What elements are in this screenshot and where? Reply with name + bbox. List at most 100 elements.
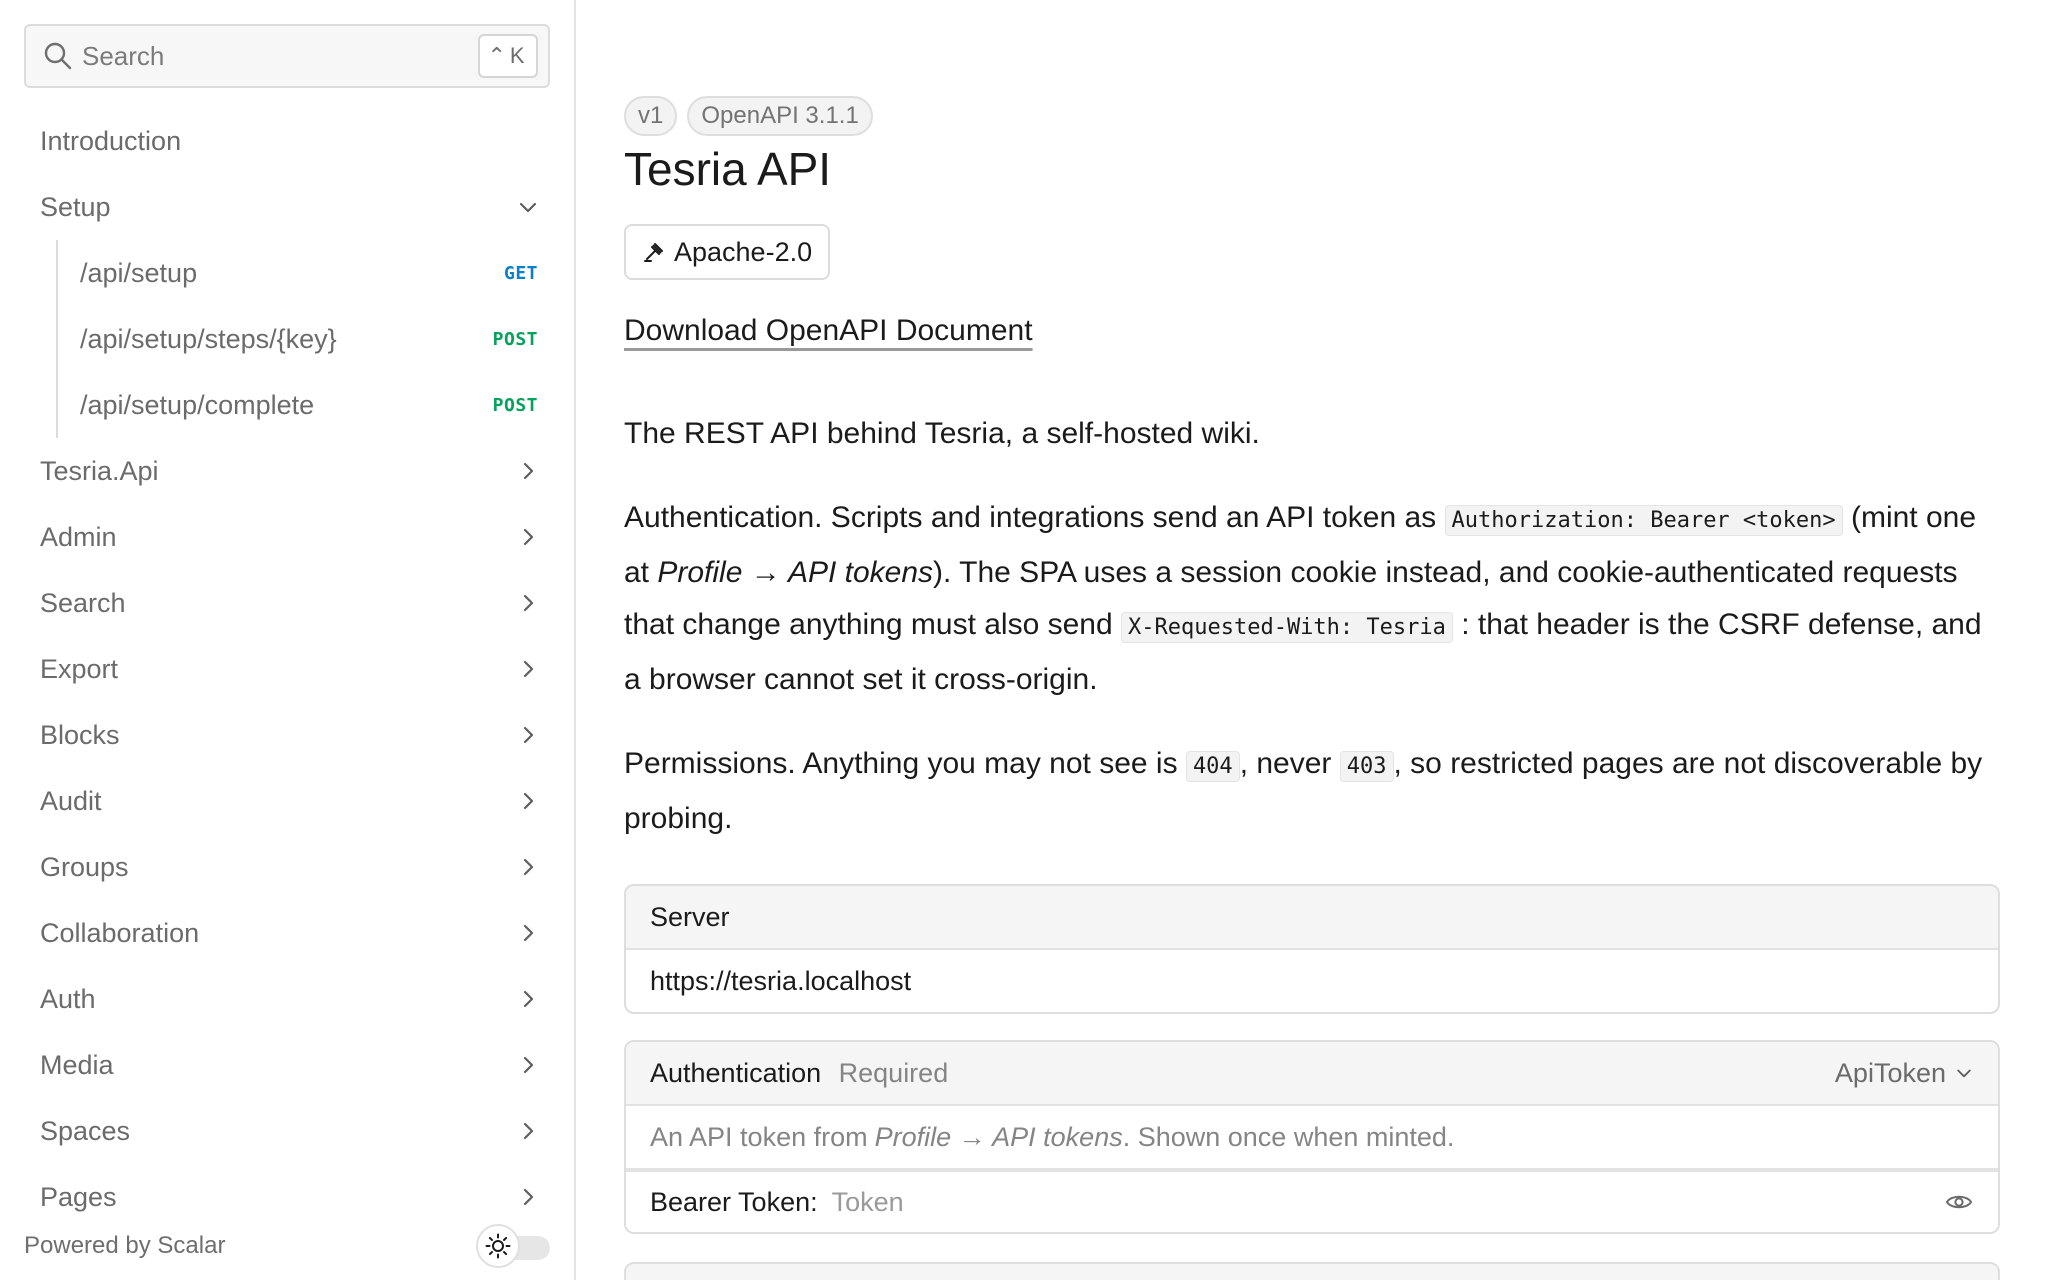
server-card: Server https://tesria.localhost — [624, 884, 2000, 1014]
server-label: Server — [650, 901, 730, 932]
search-box[interactable]: ⌃K — [24, 24, 550, 88]
sidebar-item-label: Auth — [40, 983, 96, 1014]
description-authentication: Authentication. Scripts and integrations… — [624, 492, 2000, 706]
chevron-right-icon — [523, 1056, 534, 1074]
emphasis: Profile → API tokens — [657, 556, 934, 589]
theme-toggle[interactable] — [476, 1224, 550, 1268]
authentication-card-header: Authentication Required ApiToken — [626, 1042, 1998, 1106]
sidebar-nav: Introduction Setup /api/setup GET /api/s… — [24, 108, 554, 1230]
auth-help-row: An API token from Profile → API tokens .… — [626, 1106, 1998, 1170]
chevron-right-icon — [523, 594, 534, 612]
server-card-header: Server — [626, 886, 1998, 950]
sidebar-item-audit[interactable]: Audit — [24, 768, 554, 834]
eye-icon[interactable] — [1944, 1187, 1974, 1217]
sidebar-item-tesria-api[interactable]: Tesria.Api — [24, 438, 554, 504]
api-description: The REST API behind Tesria, a self-hoste… — [624, 408, 2000, 877]
required-label: Required — [838, 1057, 949, 1088]
chevron-down-icon — [519, 202, 537, 213]
auth-scheme-select[interactable]: ApiToken — [1835, 1058, 1974, 1089]
setup-endpoints: /api/setup GET /api/setup/steps/{key} PO… — [56, 240, 554, 438]
version-badges: v1 OpenAPI 3.1.1 — [624, 96, 873, 136]
sidebar-item-label: Tesria.Api — [40, 455, 159, 486]
inline-code: 404 — [1185, 751, 1240, 782]
sidebar-item-label: Search — [40, 587, 126, 618]
chevron-right-icon — [523, 858, 534, 876]
sidebar-item-label: Blocks — [40, 719, 120, 750]
emphasis: Profile → API tokens — [874, 1121, 1123, 1152]
endpoint-item[interactable]: /api/setup/complete POST — [58, 372, 554, 438]
search-shortcut-hint: ⌃K — [478, 34, 538, 78]
bearer-token-input[interactable] — [831, 1186, 1944, 1218]
sidebar-item-label: Media — [40, 1049, 114, 1080]
text: Permissions. Anything you may not see is — [624, 747, 1186, 780]
sidebar-item-spaces[interactable]: Spaces — [24, 1098, 554, 1164]
license-badge[interactable]: Apache-2.0 — [624, 224, 831, 280]
server-url-row[interactable]: https://tesria.localhost — [626, 950, 1998, 1012]
sidebar-item-collaboration[interactable]: Collaboration — [24, 900, 554, 966]
chevron-right-icon — [523, 1122, 534, 1140]
search-input[interactable] — [82, 26, 478, 86]
sidebar-item-export[interactable]: Export — [24, 636, 554, 702]
auth-scheme-value: ApiToken — [1834, 1057, 1946, 1088]
sidebar-item-introduction[interactable]: Introduction — [24, 108, 554, 174]
endpoint-item[interactable]: /api/setup/steps/{key} POST — [58, 306, 554, 372]
method-badge-post: POST — [492, 328, 538, 350]
method-badge-post: POST — [492, 394, 538, 416]
sidebar-footer: Powered by Scalar — [0, 1212, 574, 1280]
next-card-header — [626, 1264, 1998, 1280]
sidebar-item-label: Introduction — [40, 125, 182, 156]
sidebar-item-label: Audit — [40, 785, 102, 816]
license-label: Apache-2.0 — [674, 236, 813, 267]
sidebar-item-blocks[interactable]: Blocks — [24, 702, 554, 768]
chevron-right-icon — [523, 792, 534, 810]
authentication-title: Authentication Required — [650, 1058, 948, 1089]
sidebar-item-label: Pages — [40, 1181, 117, 1212]
page-title: Tesria API — [624, 143, 832, 195]
theme-toggle-knob — [476, 1224, 520, 1268]
sidebar-item-label: Spaces — [40, 1115, 131, 1146]
sidebar-item-groups[interactable]: Groups — [24, 834, 554, 900]
sidebar-item-label: Export — [40, 653, 119, 684]
sidebar-item-media[interactable]: Media — [24, 1032, 554, 1098]
sidebar-item-setup[interactable]: Setup — [24, 174, 554, 240]
sun-icon — [485, 1233, 511, 1259]
text: Authentication. Scripts and integrations… — [624, 501, 1445, 534]
description-intro: The REST API behind Tesria, a self-hoste… — [624, 417, 1260, 450]
endpoint-path: /api/setup/steps/{key} — [80, 323, 337, 354]
authentication-card: Authentication Required ApiToken An API … — [624, 1040, 2000, 1234]
sidebar: ⌃K Introduction Setup /api/setup GET /ap… — [0, 0, 576, 1280]
inline-code: Authorization: Bearer <token> — [1444, 505, 1843, 536]
authentication-label: Authentication — [650, 1057, 822, 1088]
inline-code: X-Requested-With: Tesria — [1121, 612, 1453, 643]
chevron-right-icon — [523, 660, 534, 678]
bearer-token-row: Bearer Token: — [626, 1170, 1998, 1232]
version-badge: v1 — [624, 96, 678, 136]
search-icon — [44, 42, 72, 70]
chevron-down-icon — [1957, 1069, 1971, 1078]
gavel-icon — [644, 243, 663, 262]
chevron-right-icon — [523, 528, 534, 546]
sidebar-item-label: Collaboration — [40, 917, 200, 948]
text: , never — [1239, 747, 1340, 780]
sidebar-item-label: Groups — [40, 851, 129, 882]
endpoint-path: /api/setup/complete — [80, 389, 315, 420]
sidebar-item-search[interactable]: Search — [24, 570, 554, 636]
method-badge-get: GET — [503, 262, 538, 284]
sidebar-item-auth[interactable]: Auth — [24, 966, 554, 1032]
sidebar-item-label: Setup — [40, 191, 111, 222]
inline-code: 403 — [1339, 751, 1394, 782]
sidebar-item-label: Admin — [40, 521, 117, 552]
download-openapi-link[interactable]: Download OpenAPI Document — [624, 314, 1033, 348]
main-content: v1 OpenAPI 3.1.1 Tesria API Apache-2.0 D… — [624, 0, 2000, 1280]
description-permissions: Permissions. Anything you may not see is… — [624, 738, 2000, 845]
powered-by-link[interactable]: Powered by Scalar — [24, 1232, 225, 1260]
sidebar-item-admin[interactable]: Admin — [24, 504, 554, 570]
chevron-right-icon — [523, 462, 534, 480]
endpoint-path: /api/setup — [80, 257, 198, 288]
endpoint-item[interactable]: /api/setup GET — [58, 240, 554, 306]
next-card — [624, 1262, 2000, 1280]
text: . Shown once when minted. — [1122, 1121, 1455, 1152]
chevron-right-icon — [523, 726, 534, 744]
openapi-version-badge: OpenAPI 3.1.1 — [687, 96, 873, 136]
bearer-token-label: Bearer Token: — [650, 1186, 818, 1217]
